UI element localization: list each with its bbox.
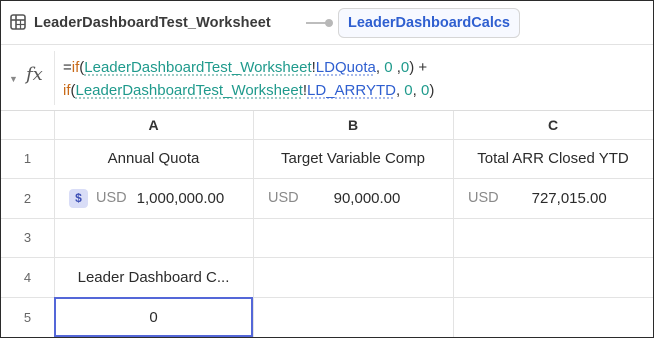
cell-c3[interactable] (453, 218, 653, 257)
formula-range-ref: LDQuota (315, 59, 376, 76)
top-bar: LeaderDashboardTest_Worksheet LeaderDash… (1, 1, 653, 45)
formula-token: ) + (409, 59, 428, 76)
cell-c2[interactable]: USD 727,015.00 (453, 178, 653, 218)
formula-sheet-ref: LeaderDashboardTest_Worksheet (84, 59, 312, 76)
cell-c4[interactable] (453, 257, 653, 297)
formula-sheet-ref: LeaderDashboardTest_Worksheet (75, 82, 303, 99)
formula-number: 0 (384, 59, 393, 76)
chevron-down-icon[interactable]: ▼ (9, 74, 18, 84)
link-dot-icon (325, 19, 333, 27)
formula-token: , (412, 82, 421, 99)
formula-input[interactable]: =if(LeaderDashboardTest_Worksheet!LDQuot… (63, 56, 648, 102)
formula-token: , (375, 59, 385, 76)
row-header-4[interactable]: 4 (1, 257, 54, 297)
currency-code: USD (268, 190, 299, 206)
currency-code: USD (96, 190, 127, 206)
formula-number: 0 (400, 59, 410, 76)
cell-b1[interactable]: Target Variable Comp (253, 139, 453, 178)
row-header-3[interactable]: 3 (1, 218, 54, 257)
dollar-icon: $ (69, 188, 88, 208)
cell-value: 727,015.00 (531, 189, 607, 207)
cell-b3[interactable] (253, 218, 453, 257)
selected-cell-outline (54, 297, 253, 337)
cell-b2[interactable]: USD 90,000.00 (253, 178, 453, 218)
cell-a1[interactable]: Annual Quota (54, 139, 253, 178)
formula-line-1: =if(LeaderDashboardTest_Worksheet!LDQuot… (63, 56, 648, 79)
grid-icon (10, 14, 26, 30)
formula-range-ref: LD_ARRYTD (307, 82, 396, 99)
cell-b5[interactable] (253, 297, 453, 337)
formula-bar: ▼ fx =if(LeaderDashboardTest_Worksheet!L… (1, 45, 653, 111)
cell-value: 1,000,000.00 (136, 189, 225, 207)
column-header-b[interactable]: B (253, 111, 453, 139)
cell-value: 90,000.00 (333, 189, 401, 207)
app-window: LeaderDashboardTest_Worksheet LeaderDash… (0, 0, 654, 338)
column-header-a[interactable]: A (54, 111, 253, 139)
row-header-2[interactable]: 2 (1, 178, 54, 218)
formula-number: 0 (404, 82, 413, 99)
cell-a3[interactable] (54, 218, 253, 257)
cell-b4[interactable] (253, 257, 453, 297)
tab-leader-dashboard-calcs[interactable]: LeaderDashboardCalcs (338, 8, 520, 38)
sheet-title[interactable]: LeaderDashboardTest_Worksheet (34, 15, 271, 31)
cell-c5[interactable] (453, 297, 653, 337)
formula-function: if (63, 82, 71, 99)
fx-icon: fx (26, 64, 43, 85)
row-header-5[interactable]: 5 (1, 297, 54, 337)
formula-token: = (63, 59, 72, 76)
currency-code: USD (468, 190, 499, 206)
formula-divider (54, 51, 55, 105)
cell-a2[interactable]: $ USD 1,000,000.00 (54, 178, 253, 218)
cell-c1[interactable]: Total ARR Closed YTD (453, 139, 653, 178)
row-header-1[interactable]: 1 (1, 139, 54, 178)
formula-token: , (392, 59, 401, 76)
spreadsheet-grid: A B C 1 2 3 4 5 Annual Quota Target Vari… (1, 111, 653, 337)
column-header-c[interactable]: C (453, 111, 653, 139)
formula-token: ) (429, 82, 435, 99)
cell-a4[interactable]: Leader Dashboard C... (54, 257, 253, 297)
formula-line-2: if(LeaderDashboardTest_Worksheet!LD_ARRY… (63, 79, 648, 102)
